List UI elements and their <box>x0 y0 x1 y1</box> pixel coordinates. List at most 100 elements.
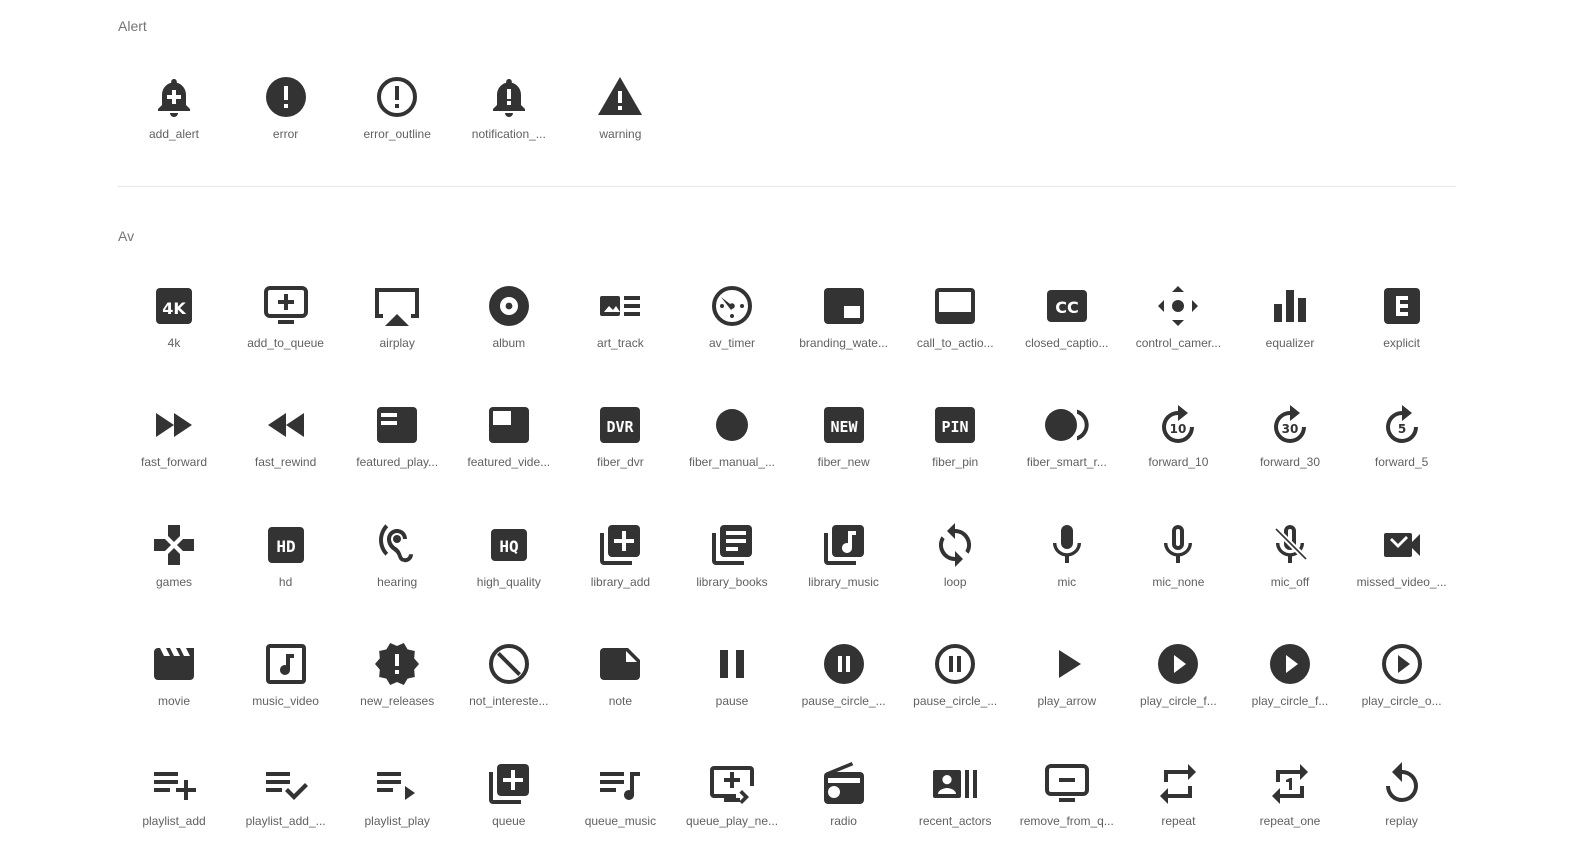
icon-tile-pause-circle-filled[interactable]: pause_circle_... <box>794 640 894 720</box>
icon-tile-play-circle-filled[interactable]: play_circle_f... <box>1128 640 1228 720</box>
icon-tile-av-timer[interactable]: av_timer <box>682 282 782 362</box>
icon-tile-featured-video[interactable]: featured_vide... <box>459 401 559 481</box>
icon-label: error_outline <box>363 127 431 141</box>
icon-tile-explicit[interactable]: explicit <box>1352 282 1452 362</box>
icon-tile-fiber-pin[interactable]: PIN fiber_pin <box>905 401 1005 481</box>
icon-tile-notification-important[interactable]: notification_... <box>459 73 559 153</box>
new-releases-icon <box>373 640 421 688</box>
icon-label: call_to_actio... <box>916 336 994 350</box>
branding-watermark-icon <box>820 282 868 330</box>
icon-tile-error-outline[interactable]: error_outline <box>347 73 447 153</box>
icon-tile-queue[interactable]: queue <box>459 760 559 840</box>
icon-tile-airplay[interactable]: airplay <box>347 282 447 362</box>
loop-icon <box>931 521 979 569</box>
icon-tile-album[interactable]: album <box>459 282 559 362</box>
section-divider <box>118 186 1456 187</box>
icon-tile-art-track[interactable]: art_track <box>570 282 670 362</box>
icon-tile-radio[interactable]: radio <box>794 760 894 840</box>
icon-tile-fiber-dvr[interactable]: DVR fiber_dvr <box>570 401 670 481</box>
icon-tile-pause-circle-outline[interactable]: pause_circle_... <box>905 640 1005 720</box>
icon-tile-playlist-add[interactable]: playlist_add <box>124 760 224 840</box>
icon-label: repeat <box>1161 814 1196 828</box>
explicit-icon <box>1378 282 1426 330</box>
icon-label: games <box>155 575 193 589</box>
icon-tile-high-quality[interactable]: HQ high_quality <box>459 521 559 601</box>
icon-label: movie <box>157 694 190 708</box>
icon-tile-warning[interactable]: warning <box>570 73 670 153</box>
icon-tile-fiber-smart-record[interactable]: fiber_smart_r... <box>1017 401 1117 481</box>
fiber-pin-icon: PIN <box>931 401 979 449</box>
icon-tile-play-arrow[interactable]: play_arrow <box>1017 640 1117 720</box>
icon-label: hearing <box>377 575 418 589</box>
icon-tile-hd[interactable]: HD hd <box>236 521 336 601</box>
icon-tile-fiber-new[interactable]: NEW fiber_new <box>794 401 894 481</box>
icon-tile-library-music[interactable]: library_music <box>794 521 894 601</box>
icon-tile-recent-actors[interactable]: recent_actors <box>905 760 1005 840</box>
recent-actors-icon <box>931 760 979 808</box>
icon-tile-closed-caption[interactable]: CC closed_captio... <box>1017 282 1117 362</box>
icon-tile-featured-play-list[interactable]: featured_play... <box>347 401 447 481</box>
icon-tile-movie[interactable]: movie <box>124 640 224 720</box>
icon-label: repeat_one <box>1259 814 1321 828</box>
icon-tile-forward-10[interactable]: 10 forward_10 <box>1128 401 1228 481</box>
section-title-av: Av <box>118 228 135 244</box>
icon-tile-queue-play-next[interactable]: queue_play_ne... <box>682 760 782 840</box>
icon-tile-forward-30[interactable]: 30 forward_30 <box>1240 401 1340 481</box>
icon-tile-repeat-one[interactable]: repeat_one <box>1240 760 1340 840</box>
icon-tile-loop[interactable]: loop <box>905 521 1005 601</box>
icon-label: 4k <box>167 336 181 350</box>
icon-label: fiber_pin <box>932 455 979 469</box>
high-quality-icon: HQ <box>485 521 533 569</box>
icon-tile-control-camera[interactable]: control_camer... <box>1128 282 1228 362</box>
pause-icon <box>708 640 756 688</box>
missed-video-call-icon <box>1378 521 1426 569</box>
library-books-icon <box>708 521 756 569</box>
icon-tile-equalizer[interactable]: equalizer <box>1240 282 1340 362</box>
repeat-icon <box>1154 760 1202 808</box>
icon-tile-not-interested[interactable]: not_intereste... <box>459 640 559 720</box>
icon-tile-missed-video-call[interactable]: missed_video_... <box>1352 521 1452 601</box>
icon-tile-replay[interactable]: replay <box>1352 760 1452 840</box>
icon-label: loop <box>943 575 967 589</box>
icon-gallery: Alert add_alert error error_outline notific… <box>0 0 1575 851</box>
icon-tile-library-add[interactable]: library_add <box>570 521 670 601</box>
icon-tile-repeat[interactable]: repeat <box>1128 760 1228 840</box>
icon-tile-new-releases[interactable]: new_releases <box>347 640 447 720</box>
movie-icon <box>150 640 198 688</box>
icon-tile-mic-off[interactable]: mic_off <box>1240 521 1340 601</box>
icon-tile-music-video[interactable]: music_video <box>236 640 336 720</box>
icon-tile-remove-from-queue[interactable]: remove_from_q... <box>1017 760 1117 840</box>
icon-tile-playlist-add-check[interactable]: playlist_add_... <box>236 760 336 840</box>
section-title-alert: Alert <box>118 18 147 34</box>
icon-tile-branding-watermark[interactable]: branding_wate... <box>794 282 894 362</box>
icon-tile-play-circle-filled-white[interactable]: play_circle_f... <box>1240 640 1340 720</box>
icon-tile-play-circle-outline[interactable]: play_circle_o... <box>1352 640 1452 720</box>
icon-tile-add-to-queue[interactable]: add_to_queue <box>236 282 336 362</box>
icon-tile-4k[interactable]: 4K 4k <box>124 282 224 362</box>
icon-label: playlist_play <box>364 814 430 828</box>
icon-tile-forward-5[interactable]: 5 forward_5 <box>1352 401 1452 481</box>
icon-tile-playlist-play[interactable]: playlist_play <box>347 760 447 840</box>
icon-label: mic <box>1057 575 1077 589</box>
fiber-manual-record-icon <box>708 401 756 449</box>
icon-tile-pause[interactable]: pause <box>682 640 782 720</box>
icon-tile-add-alert[interactable]: add_alert <box>124 73 224 153</box>
pause-circle-filled-icon <box>820 640 868 688</box>
icon-tile-call-to-action[interactable]: call_to_actio... <box>905 282 1005 362</box>
icon-tile-library-books[interactable]: library_books <box>682 521 782 601</box>
icon-label: album <box>492 336 526 350</box>
icon-label: music_video <box>252 694 319 708</box>
icon-tile-hearing[interactable]: hearing <box>347 521 447 601</box>
svg-text:HD: HD <box>276 537 295 556</box>
icon-tile-queue-music[interactable]: queue_music <box>570 760 670 840</box>
icon-tile-fast-rewind[interactable]: fast_rewind <box>236 401 336 481</box>
icon-tile-error[interactable]: error <box>236 73 336 153</box>
icon-tile-games[interactable]: games <box>124 521 224 601</box>
icon-tile-mic[interactable]: mic <box>1017 521 1117 601</box>
icon-label: control_camer... <box>1135 336 1222 350</box>
icon-label: fast_forward <box>140 455 208 469</box>
icon-tile-note[interactable]: note <box>570 640 670 720</box>
icon-tile-fast-forward[interactable]: fast_forward <box>124 401 224 481</box>
icon-tile-mic-none[interactable]: mic_none <box>1128 521 1228 601</box>
icon-tile-fiber-manual-record[interactable]: fiber_manual_... <box>682 401 782 481</box>
